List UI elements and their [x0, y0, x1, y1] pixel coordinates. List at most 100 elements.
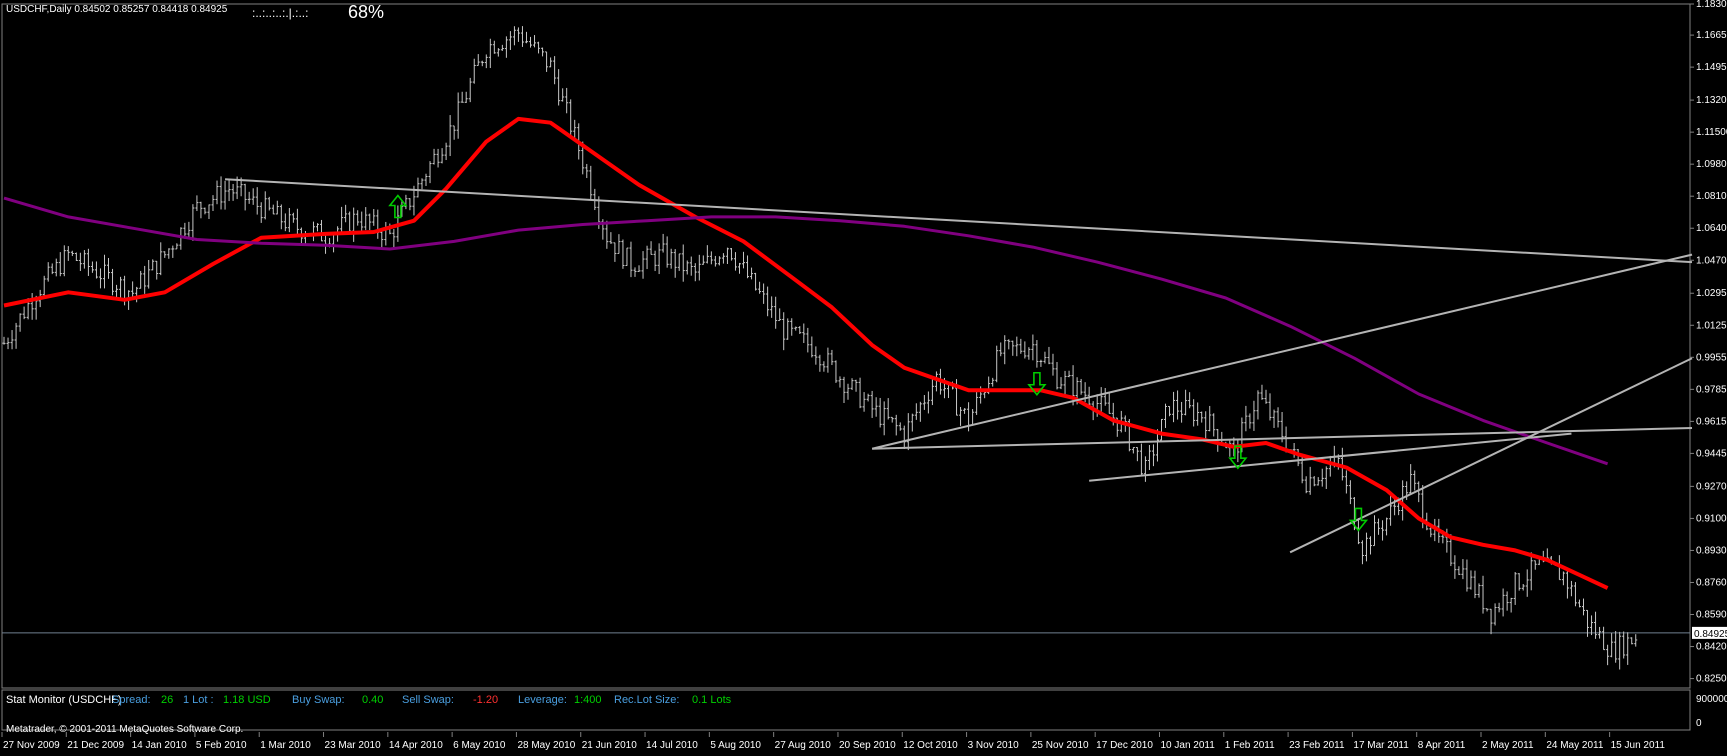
ohlc-bar: [758, 281, 762, 294]
ohlc-bar: [1180, 401, 1184, 423]
ohlc-bar: [1606, 644, 1610, 666]
ohlc-bar: [754, 272, 758, 291]
ohlc-bar: [135, 286, 139, 303]
symbol-info: USDCHF,Daily 0.84502 0.85257 0.84418 0.8…: [6, 4, 228, 15]
ohlc-bar: [846, 383, 850, 400]
ohlc-bar: [271, 204, 275, 215]
ohlc-bar: [436, 148, 440, 168]
ohlc-bar: [645, 245, 649, 270]
sell-swap-value: -1.20: [473, 694, 499, 706]
lot-value: 1.18 USD: [223, 694, 271, 706]
ohlc-bar: [1143, 456, 1147, 482]
ohlc-bar: [673, 249, 677, 278]
spread-value: 26: [161, 694, 174, 706]
ohlc-bar: [111, 268, 115, 296]
ohlc-bar: [46, 262, 50, 282]
ohlc-bar: [1618, 631, 1622, 670]
ohlc-bar: [617, 234, 621, 254]
ohlc-bar: [1176, 390, 1180, 420]
ohlc-bar: [717, 256, 721, 266]
y-tick-label: 0.94450: [1696, 448, 1727, 459]
x-tick-label: 6 May 2010: [453, 740, 506, 751]
leverage-label: Leverage:: [518, 694, 567, 706]
ohlc-bar: [1473, 570, 1477, 599]
ohlc-bar: [565, 87, 569, 114]
ohlc-bar: [1051, 353, 1055, 376]
indicator-dots: :..:..:..:.|.:..:: [252, 6, 309, 20]
x-tick-label: 27 Nov 2009: [3, 740, 60, 751]
ohlc-bar: [320, 219, 324, 242]
ohlc-bar: [605, 220, 609, 249]
ohlc-bar: [344, 204, 348, 223]
ohlc-bar: [1521, 583, 1525, 591]
ohlc-bar: [1188, 392, 1192, 409]
ohlc-bar: [693, 263, 697, 282]
y-tick-label: 1.02950: [1696, 288, 1727, 299]
ohlc-bar: [74, 252, 78, 261]
ohlc-bar: [721, 253, 725, 264]
ohlc-bar: [834, 360, 838, 383]
ohlc-bar: [705, 245, 709, 264]
ohlc-bar: [428, 161, 432, 184]
subwindow-max-label: 900000: [1696, 694, 1727, 705]
ohlc-bar: [1131, 447, 1135, 454]
ohlc-bar: [275, 200, 279, 215]
ohlc-bar: [1529, 552, 1533, 591]
ohlc-bar: [98, 268, 102, 289]
ohlc-bar: [448, 115, 452, 157]
ohlc-bar: [1135, 447, 1139, 462]
ohlc-bar: [995, 345, 999, 383]
ohlc-bar: [488, 38, 492, 69]
ohlc-bar: [1079, 378, 1083, 395]
ohlc-bar: [1344, 470, 1348, 494]
ohlc-bar: [1043, 351, 1047, 364]
ohlc-bar: [147, 259, 151, 289]
x-tick-label: 21 Dec 2009: [67, 740, 124, 751]
ohlc-bar: [838, 376, 842, 388]
ohlc-bar: [818, 354, 822, 372]
ohlc-bar: [649, 241, 653, 255]
ohlc-bar: [814, 346, 818, 365]
ohlc-bar: [1581, 598, 1585, 616]
ohlc-bar: [1252, 400, 1256, 431]
ohlc-bar: [798, 326, 802, 334]
ohlc-bar: [1151, 444, 1155, 467]
ohlc-bar: [1481, 575, 1485, 614]
ohlc-bar: [729, 248, 733, 261]
ohlc-bar: [991, 377, 995, 387]
ohlc-bar: [163, 251, 167, 258]
ohlc-bar: [802, 323, 806, 344]
ohlc-bar: [541, 47, 545, 57]
ohlc-bar: [30, 293, 34, 320]
ohlc-bar: [1577, 599, 1581, 608]
ohlc-bar: [516, 27, 520, 42]
ohlc-bar: [476, 54, 480, 66]
ohlc-bar: [1023, 341, 1027, 359]
ohlc-bar: [633, 267, 637, 277]
ohlc-bar: [1513, 571, 1517, 605]
ohlc-bar: [926, 391, 930, 414]
ohlc-bar: [1003, 335, 1007, 365]
ohlc-bar: [500, 44, 504, 51]
plot-border: [1, 3, 1691, 689]
current-price-label: 0.84925: [1694, 629, 1727, 640]
ohlc-bar: [1268, 393, 1272, 421]
ohlc-bar: [1168, 405, 1172, 417]
ohlc-bar: [557, 69, 561, 106]
ohlc-bar: [1099, 387, 1103, 414]
ohlc-bar: [255, 187, 259, 215]
ohlc-bar: [1007, 339, 1011, 350]
x-tick-label: 28 May 2010: [517, 740, 575, 751]
ohlc-bar: [1565, 570, 1569, 599]
ohlc-bar: [637, 265, 641, 272]
ohlc-bar: [62, 245, 66, 277]
ohlc-bar: [155, 260, 159, 280]
ohlc-bar: [1139, 443, 1143, 477]
ohlc-bar: [1184, 389, 1188, 416]
ohlc-bar: [384, 221, 388, 246]
ohlc-bar: [1047, 346, 1051, 365]
ohlc-bar: [368, 213, 372, 231]
x-tick-label: 21 Jun 2010: [582, 740, 637, 751]
ohlc-bar: [159, 242, 163, 276]
price-chart[interactable]: 1.18300 1.16650 1.14950 1.13200 1.11500 1.098…: [0, 0, 1727, 756]
